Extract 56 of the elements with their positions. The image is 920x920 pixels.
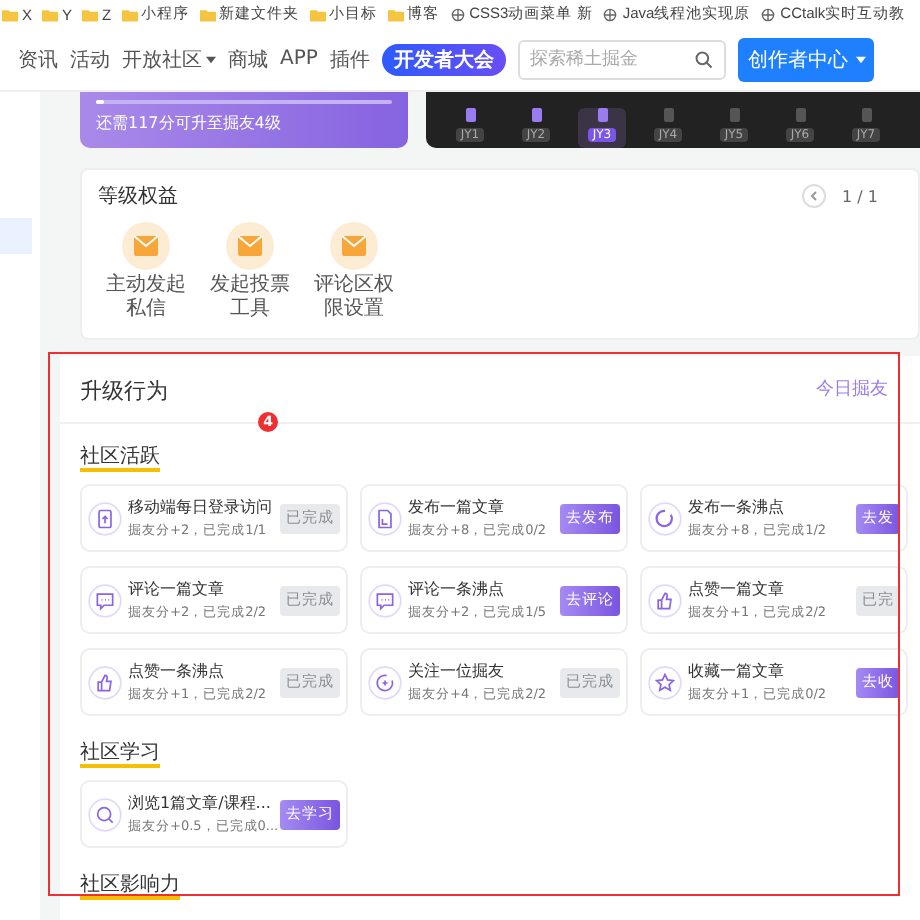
folder-icon: [121, 7, 138, 21]
globe-icon: [449, 7, 466, 21]
doc-icon: [368, 501, 402, 535]
envelope-icon: [330, 222, 378, 270]
previous-icon[interactable]: [802, 184, 827, 208]
folder-icon: [82, 7, 99, 21]
benefit-label: 评论区权限设置: [312, 274, 396, 322]
folder-icon: [2, 7, 18, 21]
chat-icon: [88, 583, 122, 617]
envelope-icon: [122, 222, 170, 270]
globe-icon: [602, 7, 619, 21]
nav-link[interactable]: APP: [280, 48, 318, 70]
search-icon: [88, 797, 122, 831]
folder-icon: [309, 7, 326, 21]
nav-link[interactable]: 开放社区: [122, 45, 216, 73]
task-title: 评论一篇文章: [128, 578, 226, 600]
nav-link[interactable]: 资讯: [18, 45, 58, 73]
level-hint: 还需117分可升至掘友4级: [96, 112, 283, 134]
pager-count: 1 / 1: [842, 187, 878, 205]
task-title: 浏览1篇文章/课程...: [128, 792, 273, 814]
search-icon[interactable]: [693, 49, 714, 69]
today-link[interactable]: 今日掘友: [816, 376, 888, 406]
ring-icon: [648, 501, 682, 535]
section-title: 社区活跃: [80, 446, 160, 472]
task-title: 评论一条沸点: [408, 578, 506, 600]
task-title: 点赞一篇文章: [688, 578, 786, 600]
task-title: 发布一条沸点: [688, 496, 786, 518]
task-title: 关注一位掘友: [408, 660, 506, 682]
folder-icon: [199, 7, 216, 21]
benefit-label: 主动发起私信: [104, 274, 188, 322]
thumb-icon: [88, 665, 122, 699]
benefit-label: 发起投票工具: [208, 274, 292, 322]
caret-icon: [855, 55, 866, 63]
task-title: 收藏一篇文章: [688, 660, 786, 682]
task-title: 移动端每日登录访问: [128, 496, 274, 518]
search-field[interactable]: 探索稀土掘金: [517, 39, 726, 79]
chat-icon: [368, 583, 402, 617]
caret-icon: [206, 55, 216, 63]
envelope-icon: [226, 222, 274, 270]
thumb-icon: [648, 583, 682, 617]
task-title: 点赞一条沸点: [128, 660, 226, 682]
phone-icon: [88, 501, 122, 535]
nav-link[interactable]: 商城: [228, 45, 268, 73]
section-title: 社区学习: [80, 742, 160, 768]
creator-center-button[interactable]: 创作者中心: [737, 37, 874, 81]
plus-icon: [368, 665, 402, 699]
folder-icon: [42, 7, 59, 21]
section-title: 社区影响力: [80, 874, 180, 900]
nav-link[interactable]: 活动: [70, 45, 110, 73]
event-badge[interactable]: 开发者大会: [381, 43, 506, 75]
folder-icon: [387, 7, 404, 21]
card-title: 升级行为: [80, 376, 168, 406]
nav-link[interactable]: 插件: [329, 45, 370, 73]
task-title: 发布一篇文章: [408, 496, 506, 518]
globe-icon: [760, 7, 777, 21]
card-title: 等级权益: [98, 183, 180, 210]
